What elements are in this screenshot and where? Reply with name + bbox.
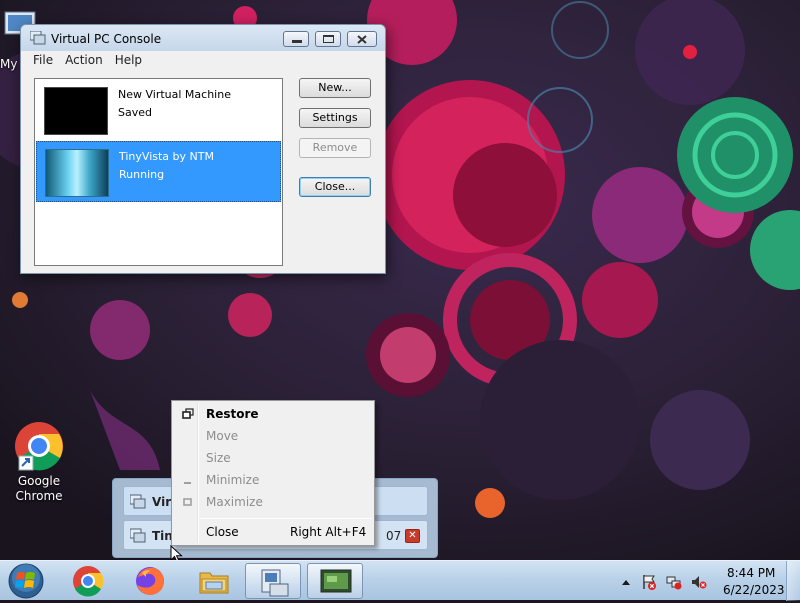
show-hidden-icons[interactable] xyxy=(618,574,634,590)
preview-title-fragment: 07 xyxy=(386,529,402,543)
taskbar-file-explorer[interactable] xyxy=(186,563,242,599)
file-explorer-icon xyxy=(199,572,229,594)
virtual-machine-list: New Virtual Machine Saved TinyVista by N… xyxy=(34,78,283,266)
menu-item-maximize: Maximize xyxy=(174,491,372,513)
new-button[interactable]: New... xyxy=(299,78,371,98)
close-icon xyxy=(357,35,367,44)
menu-file[interactable]: File xyxy=(27,52,59,70)
menu-item-restore[interactable]: Restore xyxy=(174,403,372,425)
maximize-icon xyxy=(183,498,192,506)
window-titlebar[interactable]: Virtual PC Console xyxy=(21,25,385,51)
menu-item-label: Maximize xyxy=(206,495,263,509)
desktop-icon-label: Google Chrome xyxy=(15,474,63,503)
show-desktop-button[interactable] xyxy=(786,561,800,601)
virtual-pc-icon xyxy=(130,528,146,543)
maximize-icon xyxy=(323,35,334,43)
virtual-pc-icon xyxy=(130,494,146,509)
menu-action[interactable]: Action xyxy=(59,52,109,70)
taskbar: 8:44 PM 6/22/2023 xyxy=(0,560,800,601)
windows-start-icon xyxy=(8,563,44,599)
vm-status: Saved xyxy=(118,106,152,119)
menu-item-shortcut: Right Alt+F4 xyxy=(290,525,367,539)
menu-item-label: Close xyxy=(206,525,239,539)
desktop-icon-chrome[interactable]: Google Chrome xyxy=(6,420,72,504)
minimize-button[interactable] xyxy=(283,31,309,47)
menu-bar: File Action Help xyxy=(27,52,148,70)
virtual-pc-icon xyxy=(30,31,46,45)
taskbar-virtual-machine-window[interactable] xyxy=(307,563,363,599)
maximize-button[interactable] xyxy=(315,31,341,47)
menu-item-size: Size xyxy=(174,447,372,469)
start-button[interactable] xyxy=(6,562,46,600)
vm-thumbnail xyxy=(45,149,109,197)
taskbar-firefox[interactable] xyxy=(122,563,178,599)
clock-time[interactable]: 8:44 PM xyxy=(727,566,775,580)
menu-item-label: Move xyxy=(206,429,239,443)
minimize-icon xyxy=(292,40,302,43)
window-title: Virtual PC Console xyxy=(51,32,162,46)
menu-item-minimize: Minimize xyxy=(174,469,372,491)
close-window-button[interactable] xyxy=(347,31,377,47)
preview-close-button[interactable]: ✕ xyxy=(405,529,420,543)
vm-list-item-selected[interactable]: TinyVista by NTM Running xyxy=(36,141,281,202)
window-context-menu: Restore Move Size Minimize Maximize Clos… xyxy=(171,400,375,546)
chrome-icon xyxy=(15,422,63,471)
taskbar-virtual-pc-console[interactable] xyxy=(245,563,301,599)
vm-status: Running xyxy=(119,168,165,181)
remove-button[interactable]: Remove xyxy=(299,138,371,158)
close-vm-button[interactable]: Close... xyxy=(299,177,371,197)
menu-item-close[interactable]: Close Right Alt+F4 xyxy=(174,521,372,543)
taskbar-chrome[interactable] xyxy=(60,563,116,599)
vm-thumbnail xyxy=(44,87,108,135)
menu-item-move: Move xyxy=(174,425,372,447)
menu-separator xyxy=(200,518,372,519)
menu-item-label: Size xyxy=(206,451,231,465)
chrome-icon xyxy=(73,566,104,597)
firefox-icon xyxy=(136,567,164,595)
restore-icon xyxy=(182,408,194,419)
settings-button[interactable]: Settings xyxy=(299,108,371,128)
network-icon[interactable] xyxy=(666,574,682,590)
minimize-icon xyxy=(184,482,191,484)
vm-name: TinyVista by NTM xyxy=(119,150,214,163)
menu-item-label: Restore xyxy=(206,407,259,421)
virtual-machine-window-icon xyxy=(320,569,352,593)
menu-item-label: Minimize xyxy=(206,473,260,487)
clock-date[interactable]: 6/22/2023 xyxy=(723,583,785,597)
volume-muted-icon[interactable] xyxy=(691,574,707,590)
menu-help[interactable]: Help xyxy=(109,52,148,70)
virtual-pc-console-window: Virtual PC Console File Action Help New … xyxy=(20,24,386,274)
vm-list-item[interactable]: New Virtual Machine Saved xyxy=(36,80,281,141)
action-center-icon[interactable] xyxy=(641,574,657,590)
virtual-pc-console-icon xyxy=(261,569,289,597)
vm-name: New Virtual Machine xyxy=(118,88,231,101)
